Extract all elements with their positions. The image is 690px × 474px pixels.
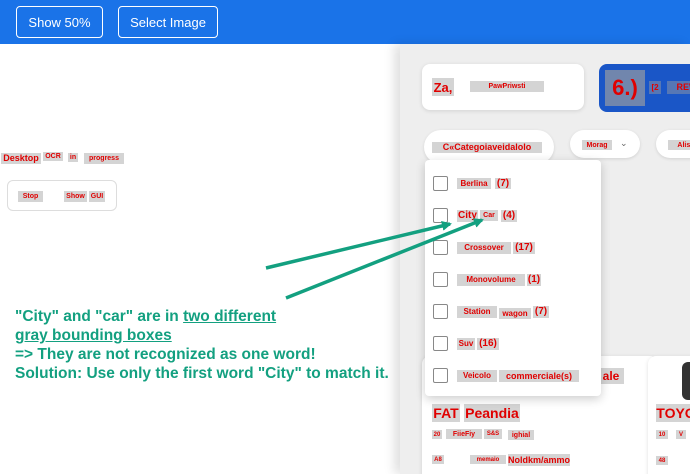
stop-panel: Stop Show GUI (7, 180, 117, 211)
ocr-word: PawPriwsti (470, 81, 544, 92)
ocr-word: Car (480, 210, 498, 221)
ocr-word: 10 (656, 430, 668, 439)
select-image-button[interactable]: Select Image (118, 6, 218, 38)
annotation-text: gray bounding boxes (15, 327, 172, 344)
ocr-word: Desktop (1, 153, 41, 164)
badge-value: 6.) (605, 70, 645, 106)
ocr-word: progress (84, 153, 124, 164)
ocr-word: Za, (432, 78, 454, 96)
ocr-word: (17) (513, 242, 535, 254)
ocr-word: OCR (43, 152, 63, 161)
ocr-word: 48 (656, 456, 668, 465)
ocr-word: A8 (432, 455, 444, 464)
ocr-word: Morag (582, 140, 612, 150)
ocr-word: FAT (432, 404, 460, 422)
annotation-text: two different (183, 308, 277, 325)
annotation-text: "City" and "car" are in (15, 308, 184, 325)
ocr-word: commerciale(s) (499, 370, 579, 382)
ocr-word: Peandia (464, 404, 520, 422)
ocr-word: ighial (508, 430, 534, 440)
checkbox[interactable] (433, 272, 448, 287)
checkbox[interactable] (433, 304, 448, 319)
toolbar: Show 50% Select Image (0, 0, 690, 44)
ocr-word: 20 (432, 430, 442, 439)
gui-label: GUI (89, 191, 105, 202)
ocr-word: Veicolo (457, 370, 497, 382)
model-filter[interactable]: Morag ⌄ (570, 130, 640, 158)
ocr-word: [2 (649, 81, 661, 94)
show-50-button[interactable]: Show 50% (16, 6, 103, 38)
ocr-word: (4) (501, 210, 517, 222)
count-badge: 6.) [2 REW (599, 64, 690, 112)
ocr-word: REW (667, 81, 690, 94)
ocr-word: Noldkm/ammo (508, 454, 571, 466)
checkbox[interactable] (433, 240, 448, 255)
ocr-word: Berlina (457, 178, 491, 189)
header-card: Za, PawPriwsti (422, 64, 584, 110)
ocr-word: S&S (484, 429, 502, 439)
chevron-down-icon: ⌄ (620, 138, 628, 148)
ocr-word: (7) (495, 177, 511, 189)
checkbox[interactable] (433, 368, 448, 383)
ocr-word: City (457, 210, 478, 222)
stop-button[interactable]: Stop (18, 191, 43, 202)
category-dropdown: Berlina (7) City Car (4) Crossover (17) … (425, 160, 601, 396)
checkbox[interactable] (433, 208, 448, 223)
annotation-text: Solution: Use only the first word "City"… (15, 365, 389, 382)
checkbox[interactable] (433, 336, 448, 351)
show-gui-button[interactable]: Show (64, 191, 87, 202)
category-filter[interactable]: C«Categoiaveidalolo (424, 130, 554, 164)
ocr-word: wagon (499, 308, 531, 319)
ocr-word: ale (598, 368, 624, 384)
ocr-word: in (68, 153, 78, 162)
ocr-word: (16) (477, 338, 499, 350)
ocr-word: (7) (533, 306, 549, 318)
checkbox[interactable] (433, 176, 448, 191)
ocr-word: memaio (470, 455, 506, 464)
ocr-word: Suv (457, 338, 475, 350)
ocr-word: Crossover (457, 242, 511, 254)
annotation-note: "City" and "car" are in two different gr… (15, 307, 389, 383)
ocr-word: Station (457, 306, 497, 318)
ocr-word: Alist (668, 140, 690, 150)
third-filter[interactable]: Alist (656, 130, 690, 158)
ocr-word: TOYO (656, 404, 690, 422)
ocr-word: (1) (527, 274, 541, 286)
annotation-text: => They are not recognized as one word! (15, 346, 316, 363)
ocr-word: Monovolume (457, 274, 525, 286)
ocr-word: FiieFiy (446, 429, 482, 439)
ocr-word: V (676, 430, 686, 439)
car-card[interactable]: TOYO 10 V 48 (648, 356, 690, 474)
ocr-word: C«Categoiaveidalolo (432, 142, 542, 153)
car-image (682, 362, 690, 400)
